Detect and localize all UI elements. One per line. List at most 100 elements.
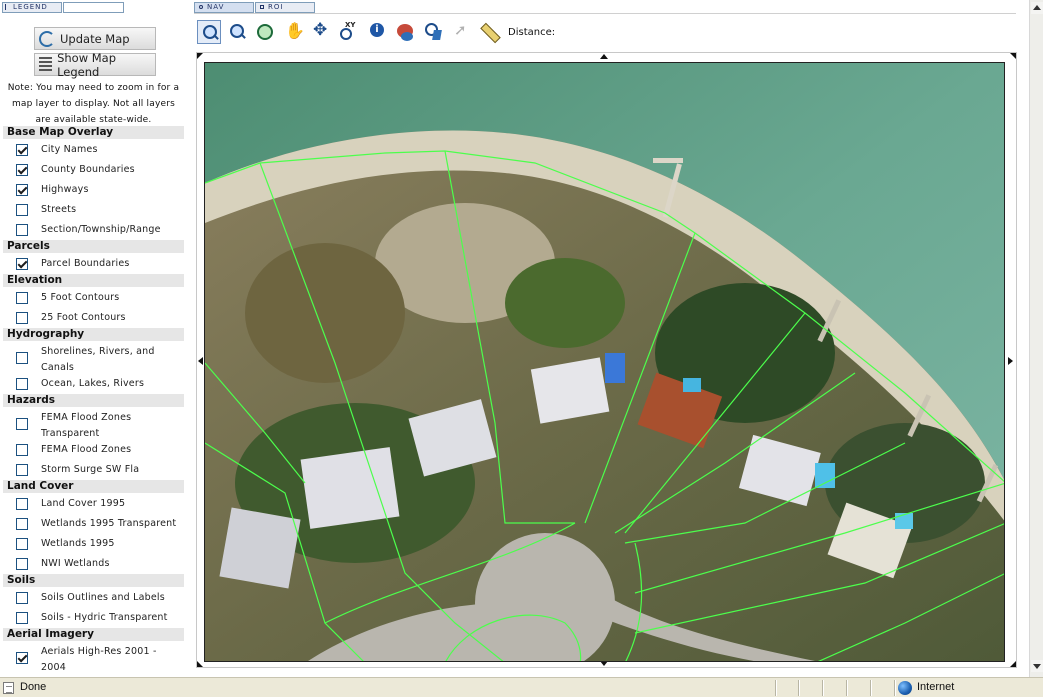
layer-group-header: Aerial Imagery bbox=[3, 628, 184, 641]
layer-checkbox[interactable] bbox=[16, 464, 28, 476]
list-icon bbox=[39, 56, 53, 73]
layer-label: Soils - Hydric Transparent bbox=[41, 612, 168, 623]
map-frame bbox=[196, 52, 1017, 668]
layer-group-header: Land Cover bbox=[3, 480, 184, 493]
pan-tool[interactable] bbox=[281, 20, 305, 44]
query-tool[interactable] bbox=[393, 20, 417, 44]
layer-row: Streets bbox=[3, 200, 184, 220]
tab-nav[interactable]: NAV bbox=[194, 2, 254, 13]
layer-label: Streets bbox=[41, 204, 77, 215]
layer-checkbox[interactable] bbox=[16, 378, 28, 390]
layer-checkbox[interactable] bbox=[16, 498, 28, 510]
page-icon bbox=[3, 682, 14, 694]
layer-row: Land Cover 1995 bbox=[3, 494, 184, 514]
refresh-icon bbox=[39, 30, 55, 47]
status-separator bbox=[870, 680, 871, 696]
layer-row: FEMA Flood Zones Transparent bbox=[3, 408, 184, 440]
layer-label: City Names bbox=[41, 144, 98, 155]
layer-checkbox[interactable] bbox=[16, 258, 28, 270]
layer-label: 25 Foot Contours bbox=[41, 312, 126, 323]
status-bar: Done Internet bbox=[0, 677, 1043, 697]
layer-checkbox[interactable] bbox=[16, 612, 28, 624]
layer-label: FEMA Flood Zones bbox=[41, 444, 132, 455]
legend-tab-strip: LEGEND bbox=[0, 0, 190, 14]
layer-row: FEMA Flood Zones bbox=[3, 440, 184, 460]
tab-divider bbox=[194, 13, 1016, 14]
layer-row: Highways bbox=[3, 180, 184, 200]
layer-checkbox[interactable] bbox=[16, 204, 28, 216]
layer-checkbox[interactable] bbox=[16, 164, 28, 176]
legend-tab-label: LEGEND bbox=[13, 3, 48, 11]
layer-checkbox[interactable] bbox=[16, 592, 28, 604]
layer-checkbox[interactable] bbox=[16, 312, 28, 324]
pan-west-arrow[interactable] bbox=[198, 357, 203, 365]
tab-roi[interactable]: ROI bbox=[255, 2, 315, 13]
xy-tool[interactable] bbox=[337, 20, 361, 44]
scroll-up-arrow[interactable] bbox=[1031, 2, 1043, 14]
layer-label: County Boundaries bbox=[41, 164, 135, 175]
layer-checkbox[interactable] bbox=[16, 518, 28, 530]
pan-northwest-corner[interactable] bbox=[197, 53, 203, 59]
update-map-button[interactable]: Update Map bbox=[34, 27, 156, 50]
layer-checkbox[interactable] bbox=[16, 558, 28, 570]
layer-row: Section/Township/Range bbox=[3, 220, 184, 240]
legend-tab-field bbox=[63, 2, 124, 13]
layer-row: Ocean, Lakes, Rivers bbox=[3, 374, 184, 394]
layer-label: Wetlands 1995 Transparent bbox=[41, 518, 177, 529]
zoom-out-tool[interactable] bbox=[225, 20, 249, 44]
measure-tool[interactable] bbox=[477, 20, 501, 44]
layer-label: Shorelines, Rivers, and Canals bbox=[41, 346, 155, 373]
layer-row: Storm Surge SW Fla bbox=[3, 460, 184, 480]
layer-row: Soils Outlines and Labels bbox=[3, 588, 184, 608]
identify-tool[interactable] bbox=[365, 20, 389, 44]
layer-label: FEMA Flood Zones Transparent bbox=[41, 412, 132, 439]
layer-row: Shorelines, Rivers, and Canals bbox=[3, 342, 184, 374]
show-map-legend-button[interactable]: Show Map Legend bbox=[34, 50, 156, 79]
layer-row: 5 Foot Contours bbox=[3, 288, 184, 308]
layer-label: Ocean, Lakes, Rivers bbox=[41, 378, 145, 389]
layer-row: County Boundaries bbox=[3, 160, 184, 180]
pan-northeast-corner[interactable] bbox=[1010, 53, 1016, 59]
zoom-extent-tool[interactable] bbox=[253, 20, 277, 44]
layer-label: Highways bbox=[41, 184, 89, 195]
layer-group-header: Hazards bbox=[3, 394, 184, 407]
aerial-map[interactable] bbox=[204, 62, 1005, 662]
layer-checkbox[interactable] bbox=[16, 184, 28, 196]
layer-checkbox[interactable] bbox=[16, 224, 28, 236]
scroll-down-arrow[interactable] bbox=[1031, 660, 1043, 672]
show-map-legend-label: Show Map Legend bbox=[57, 50, 117, 79]
layer-label: Soils Outlines and Labels bbox=[41, 592, 165, 603]
pan-southwest-corner[interactable] bbox=[197, 661, 203, 667]
layer-group-header: Base Map Overlay bbox=[3, 126, 184, 139]
layer-label: Wetlands 1995 bbox=[41, 538, 115, 549]
recenter-tool[interactable] bbox=[309, 20, 333, 44]
internet-zone-globe-icon bbox=[898, 681, 912, 695]
status-separator bbox=[798, 680, 799, 696]
layer-checkbox[interactable] bbox=[16, 444, 28, 456]
layer-checkbox[interactable] bbox=[16, 292, 28, 304]
layer-group-header: Parcels bbox=[3, 240, 184, 253]
aerial-map-image bbox=[205, 63, 1004, 661]
select-tool[interactable] bbox=[421, 20, 445, 44]
layer-checkbox[interactable] bbox=[16, 352, 28, 364]
layer-label: Storm Surge SW Fla bbox=[41, 464, 140, 475]
pan-north-arrow[interactable] bbox=[600, 54, 608, 59]
pointer-tool[interactable] bbox=[449, 20, 473, 44]
pan-southeast-corner[interactable] bbox=[1010, 661, 1016, 667]
layer-checkbox[interactable] bbox=[16, 538, 28, 550]
browser-window: LEGEND Update Map Show Map Legend Note: … bbox=[0, 0, 1043, 697]
layer-checkbox[interactable] bbox=[16, 144, 28, 156]
layer-row: Wetlands 1995 Transparent bbox=[3, 514, 184, 534]
layer-checkbox[interactable] bbox=[16, 652, 28, 664]
legend-tab[interactable]: LEGEND bbox=[2, 2, 62, 13]
layer-row: Aerials High-Res 2001 - 2004 bbox=[3, 642, 184, 674]
pan-east-arrow[interactable] bbox=[1008, 357, 1013, 365]
zoom-in-tool[interactable] bbox=[197, 20, 221, 44]
layer-checkbox[interactable] bbox=[16, 418, 28, 430]
layer-row: 25 Foot Contours bbox=[3, 308, 184, 328]
layer-row: Soils - Hydric Transparent bbox=[3, 608, 184, 628]
layer-label: Parcel Boundaries bbox=[41, 258, 130, 269]
layer-sidebar: Update Map Show Map Legend Note: You may… bbox=[3, 25, 184, 677]
status-separator bbox=[822, 680, 823, 696]
vertical-scrollbar[interactable] bbox=[1029, 0, 1043, 677]
